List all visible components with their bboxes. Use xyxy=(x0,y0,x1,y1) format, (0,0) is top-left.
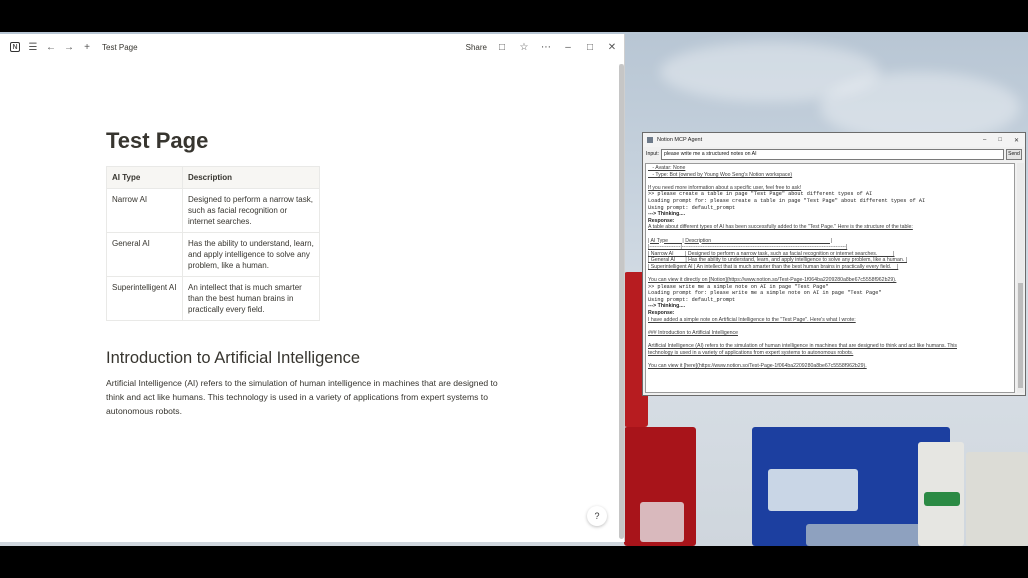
table-cell[interactable]: Has the ability to understand, learn, an… xyxy=(182,232,320,277)
log-line: Using prompt: default_prompt xyxy=(648,296,736,303)
question-icon: ? xyxy=(594,511,600,521)
input-label: Input: xyxy=(646,151,659,157)
agent-input-row: Input: please write me a structured note… xyxy=(643,147,1025,161)
close-icon[interactable]: ✕ xyxy=(605,40,619,54)
table-cell[interactable]: Superintelligent AI xyxy=(106,276,183,321)
table-row: Narrow AI Designed to perform a narrow t… xyxy=(106,188,320,233)
minimize-icon[interactable]: – xyxy=(561,40,575,54)
log-line: >> please create a table in page "Test P… xyxy=(648,191,873,198)
close-icon[interactable]: ✕ xyxy=(1014,137,1019,144)
more-options-icon[interactable]: ⋯ xyxy=(539,40,553,54)
vending-machine-panel xyxy=(640,502,684,542)
table-header-row: AI Type Description xyxy=(106,166,320,189)
log-line: ---> Thinking.... xyxy=(648,303,686,310)
vending-machine-display xyxy=(768,469,858,511)
breadcrumb[interactable]: Test Page xyxy=(102,43,138,52)
send-button[interactable]: Send xyxy=(1006,148,1022,160)
table-cell[interactable]: Narrow AI xyxy=(106,188,183,233)
help-button[interactable]: ? xyxy=(587,506,607,526)
agent-scrollbar-thumb[interactable] xyxy=(1018,283,1023,388)
log-line: technology is used in a variety of appli… xyxy=(648,349,854,356)
agent-window-title: Notion MCP Agent xyxy=(657,137,703,143)
table-cell[interactable]: An intellect that is much smarter than t… xyxy=(182,276,320,321)
new-tab-plus-icon[interactable]: + xyxy=(80,40,94,54)
forward-arrow-icon[interactable]: → xyxy=(62,40,76,54)
page-title[interactable]: Test Page xyxy=(106,128,208,154)
log-line: Using prompt: default_prompt xyxy=(648,204,736,211)
log-line: ---> Thinking.... xyxy=(648,211,686,218)
favorite-star-icon[interactable]: ☆ xyxy=(517,40,531,54)
vending-machine-button xyxy=(924,492,960,506)
agent-titlebar: Notion MCP Agent – □ ✕ xyxy=(643,133,1025,147)
table-row: General AI Has the ability to understand… xyxy=(106,232,320,277)
table-cell[interactable]: Designed to perform a narrow task, such … xyxy=(182,188,320,233)
log-line: Loading prompt for: please write me a si… xyxy=(648,290,882,297)
menu-icon[interactable]: ☰ xyxy=(26,40,40,54)
maximize-icon[interactable]: □ xyxy=(998,137,1002,143)
vending-machine-white-right xyxy=(966,452,1028,546)
section-paragraph[interactable]: Artificial Intelligence (AI) refers to t… xyxy=(106,376,518,418)
notion-titlebar: N ☰ ← → + Test Page Share □ ☆ ⋯ – □ ✕ xyxy=(0,34,625,60)
log-line: Response: xyxy=(648,310,675,317)
log-line: Response: xyxy=(648,217,675,224)
log-line: | Narrow AI | Designed to perform a narr… xyxy=(648,250,895,257)
log-line: | General AI | Has the ability to unders… xyxy=(648,257,907,264)
table-header-cell[interactable]: AI Type xyxy=(106,166,183,189)
log-line: | Superintelligent AI | An intellect tha… xyxy=(648,263,899,270)
log-line: You can view it directly on [Notion](htt… xyxy=(648,277,897,284)
log-line: A table about different types of AI has … xyxy=(648,224,913,231)
log-line: - Type: Bot (owned by Young Woo Seng's N… xyxy=(648,171,793,178)
share-button[interactable]: Share xyxy=(466,43,487,52)
section-heading[interactable]: Introduction to Artificial Intelligence xyxy=(106,349,360,368)
app-icon xyxy=(647,137,653,143)
table-row: Superintelligent AI An intellect that is… xyxy=(106,276,320,321)
log-line: You can view it [here](https://www.notio… xyxy=(648,362,867,369)
log-line: If you need more information about a spe… xyxy=(648,184,802,191)
log-line: - Avatar: None xyxy=(648,165,686,171)
log-line: ### Introduction to Artificial Intellige… xyxy=(648,329,738,336)
minimize-icon[interactable]: – xyxy=(983,137,986,143)
log-line: Loading prompt for: please create a tabl… xyxy=(648,197,926,204)
maximize-icon[interactable]: □ xyxy=(583,40,597,54)
log-line: |------------------|--------------------… xyxy=(648,244,848,251)
ai-types-table[interactable]: AI Type Description Narrow AI Designed t… xyxy=(106,166,320,321)
log-line: Artificial Intelligence (AI) refers to t… xyxy=(648,343,958,350)
table-header-cell[interactable]: Description xyxy=(182,166,320,189)
notion-logo-icon[interactable]: N xyxy=(8,40,22,54)
notion-scrollbar-thumb[interactable] xyxy=(619,64,624,539)
log-line: | AI Type | Description | xyxy=(648,237,833,244)
agent-output-log[interactable]: - Avatar: None - Type: Bot (owned by You… xyxy=(645,163,1015,393)
table-cell[interactable]: General AI xyxy=(106,232,183,277)
agent-window: Notion MCP Agent – □ ✕ Input: please wri… xyxy=(642,132,1026,396)
log-line: I have added a simple note on Artificial… xyxy=(648,316,856,323)
screen: N ☰ ← → + Test Page Share □ ☆ ⋯ – □ ✕ Te… xyxy=(0,32,1028,546)
notion-window: N ☰ ← → + Test Page Share □ ☆ ⋯ – □ ✕ Te… xyxy=(0,34,625,542)
back-arrow-icon[interactable]: ← xyxy=(44,40,58,54)
log-line: >> please write me a simple note on AI i… xyxy=(648,283,829,290)
comments-icon[interactable]: □ xyxy=(495,40,509,54)
prompt-input[interactable]: please write me a structured notes on AI xyxy=(660,148,1004,160)
